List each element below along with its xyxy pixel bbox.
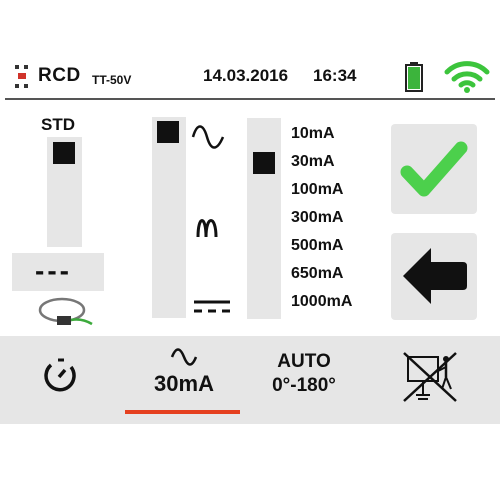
current-option-300ma[interactable]: 300mA bbox=[291, 209, 343, 227]
current-option-650ma[interactable]: 650mA bbox=[291, 265, 343, 283]
rcd-connection-icon bbox=[12, 64, 32, 90]
back-arrow-icon bbox=[403, 248, 467, 304]
waveform-slider-knob[interactable] bbox=[157, 121, 179, 143]
date-display: 14.03.2016 bbox=[203, 66, 289, 85]
active-tab-underline bbox=[125, 410, 240, 414]
ac-sine-icon bbox=[170, 348, 198, 366]
current-option-1000ma[interactable]: 1000mA bbox=[291, 293, 352, 311]
confirm-button[interactable] bbox=[391, 124, 477, 214]
tab-touch-voltage[interactable] bbox=[376, 345, 484, 409]
back-button[interactable] bbox=[391, 233, 477, 320]
half-wave-pulse-icon[interactable] bbox=[195, 211, 221, 239]
page-title: RCD bbox=[38, 65, 81, 86]
tab-phase-mode: AUTO bbox=[277, 351, 331, 372]
header-divider bbox=[5, 98, 495, 100]
dc-symbol: --- bbox=[35, 255, 72, 286]
tab-phase[interactable]: AUTO 0°-180° bbox=[252, 345, 356, 409]
current-option-10ma[interactable]: 10mA bbox=[291, 125, 335, 143]
timer-icon bbox=[44, 358, 76, 392]
ac-sine-icon[interactable] bbox=[190, 125, 226, 149]
time-display: 16:34 bbox=[313, 66, 357, 85]
tab-phase-angle: 0°-180° bbox=[272, 375, 336, 396]
current-option-100ma[interactable]: 100mA bbox=[291, 181, 343, 199]
current-slider-knob[interactable] bbox=[253, 152, 275, 174]
system-type-label: TT-50V bbox=[92, 73, 132, 87]
std-slider-track[interactable] bbox=[47, 137, 82, 247]
dc-waveform-icon[interactable] bbox=[192, 297, 232, 317]
current-option-30ma[interactable]: 30mA bbox=[291, 153, 335, 171]
std-label: STD bbox=[41, 115, 75, 134]
std-slider-knob[interactable] bbox=[53, 142, 75, 164]
tab-current-value: 30mA bbox=[154, 371, 214, 396]
current-slider-track[interactable] bbox=[247, 118, 281, 319]
waveform-slider-track[interactable] bbox=[152, 117, 186, 318]
touch-voltage-disabled-icon bbox=[403, 352, 457, 402]
battery-icon bbox=[405, 62, 423, 92]
clamp-sensor-icon bbox=[34, 294, 96, 328]
dc-option[interactable]: --- bbox=[12, 253, 104, 291]
current-option-500ma[interactable]: 500mA bbox=[291, 237, 343, 255]
tab-timer[interactable] bbox=[13, 345, 108, 409]
wifi-icon bbox=[444, 58, 490, 94]
tab-current[interactable]: 30mA bbox=[134, 345, 234, 409]
check-icon bbox=[400, 141, 468, 197]
